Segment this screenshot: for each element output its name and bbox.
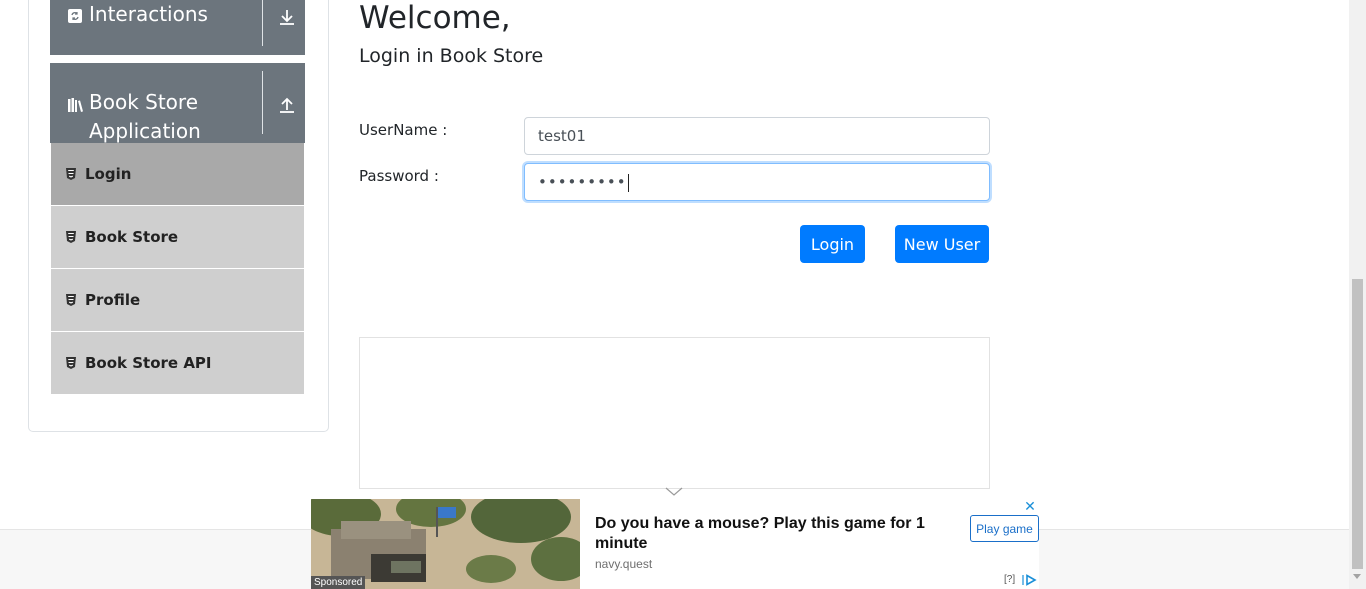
ad-image[interactable]: Sponsored [311,499,580,589]
download-arrow-icon[interactable] [278,8,296,26]
group-header-interactions[interactable]: Interactions [50,0,305,55]
html5-icon [66,168,76,180]
sidebar-item-profile[interactable]: Profile [51,269,304,332]
sidebar-item-label: Profile [85,291,141,309]
new-user-button[interactable]: New User [895,225,989,263]
group-header-divider [262,0,263,46]
ad-headline[interactable]: Do you have a mouse? Play this game for … [595,514,945,554]
group-header-label: Interactions [89,2,208,26]
password-input[interactable]: ••••••••• [524,163,990,201]
adchoices-icon[interactable] [1022,574,1038,586]
ad-sponsored-label: Sponsored [311,576,366,589]
output-panel [359,337,990,489]
ad-banner[interactable]: Sponsored Do you have a mouse? Play this… [311,499,1039,589]
group-header-book-store-application[interactable]: Book Store Application [50,63,305,143]
scrollbar[interactable] [1349,0,1366,589]
username-value: test01 [538,127,586,145]
group-header-label-line2: Application [89,119,201,143]
sidebar-item-label: Book Store API [85,354,212,372]
ad-close-icon[interactable]: ✕ [1023,500,1037,514]
sidebar-item-book-store-api[interactable]: Book Store API [51,332,304,395]
group-header-divider [262,71,263,134]
login-button[interactable]: Login [800,225,865,263]
ad-collapse-chevron-icon[interactable] [665,487,683,497]
ad-cta-button[interactable]: Play game [970,515,1039,542]
ad-help-link[interactable]: [?] [1004,574,1015,585]
page-subtitle: Login in Book Store [359,45,544,67]
html5-icon [66,357,76,369]
username-label: UserName : [359,121,448,139]
scroll-down-arrow-icon[interactable] [1353,574,1361,579]
page: Interactions Book Store Application Logi… [0,0,1366,589]
username-input[interactable]: test01 [524,117,990,155]
ad-domain: navy.quest [595,557,653,571]
book-icon [68,98,83,112]
sidebar-item-login[interactable]: Login [51,143,304,206]
password-value: ••••••••• [538,173,627,191]
upload-arrow-icon[interactable] [278,96,296,114]
html5-icon [66,294,76,306]
scrollbar-thumb[interactable] [1352,279,1363,569]
html5-icon [66,231,76,243]
sidebar-menu: Login Book Store Profile Book Store API [51,143,304,395]
sidebar-item-label: Book Store [85,228,179,246]
sidebar-item-book-store[interactable]: Book Store [51,206,304,269]
password-label: Password : [359,167,439,185]
sidebar-item-label: Login [85,165,132,183]
group-header-label-line1: Book Store [89,90,198,114]
text-caret [627,173,629,192]
page-title: Welcome, [359,0,511,36]
interactions-icon [68,9,82,23]
